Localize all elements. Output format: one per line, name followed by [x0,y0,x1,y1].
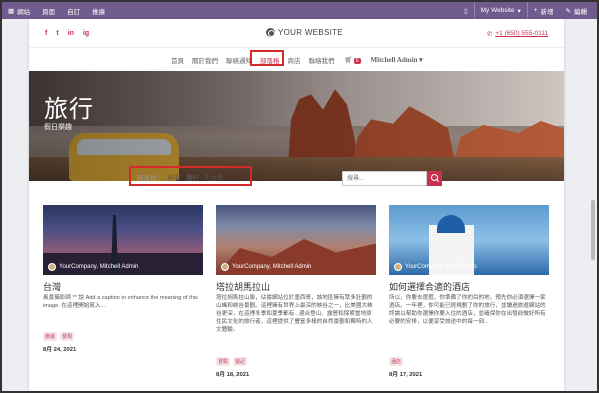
highlight-filter [129,166,252,186]
mobile-preview-button[interactable]: ▯ [458,2,474,19]
new-button[interactable]: + 新增 [528,2,560,19]
user-menu[interactable]: Mitchell Admin ▾ [365,56,423,64]
website-page: f t in ig YOUR WEBSITE ✆ +1 (650) 555-01… [29,19,564,391]
tag[interactable]: 發現 [60,332,75,341]
grid-icon: ▦ [8,7,15,15]
phone-link[interactable]: ✆ +1 (650) 555-0111 [487,30,548,38]
edit-button[interactable]: ✎ 編輯 [560,2,593,19]
tag[interactable]: 遊記 [233,357,248,366]
caret-down-icon: ▾ [517,7,521,15]
pencil-icon: ✎ [565,7,571,15]
card-title[interactable]: 如何選擇合適的酒店 [389,280,470,293]
globe-icon [266,28,275,37]
left-gutter [2,19,29,391]
hero-overlay [29,71,564,181]
card-tags: 酒店 [389,357,404,366]
blog-subtitle: 假日樂趣 [44,124,72,131]
nav-item-home[interactable]: 首頁 [167,55,188,65]
plus-icon: + [533,7,538,14]
apps-menu[interactable]: ▦ 網站 [2,2,36,19]
cart-count-badge: 0 [353,58,361,64]
highlight-blog-nav [250,50,284,66]
instagram-icon[interactable]: ig [83,30,89,37]
card-image[interactable]: YourCompany, Mitchell Admin [216,205,376,275]
scrollbar[interactable] [591,200,595,260]
admin-bar: ▦ 網站 頁面 自訂 推廣 ▯ My Website ▾ + 新增 ✎ 編輯 [2,2,597,19]
card-tags: 旅遊 發現 [43,332,75,341]
card-image-tower [111,215,118,270]
cart-button[interactable]: 🛒︎ 0 [339,56,365,64]
card-image-dome [437,215,465,233]
card-date: 8月 18, 2021 [216,372,250,378]
header-divider [29,47,564,48]
search-button[interactable] [427,171,442,186]
blog-card[interactable]: YourCompany, Mitchell Admin 塔拉胡馬拉山 塔拉胡馬拉… [216,205,376,391]
main-nav: 首頁 關於我們 聯絡通知 部落格 商店 聯絡我們 🛒︎ 0 Mitchell Ad… [167,55,423,65]
blog-card[interactable]: YourCompany, Marc Demo 如何選擇合適的酒店 所以，你要去度… [389,205,549,391]
card-tags: 冒險 遊記 [216,357,248,366]
tag[interactable]: 冒險 [216,357,231,366]
nav-item-shop[interactable]: 商店 [284,55,305,65]
card-image[interactable]: YourCompany, Mitchell Admin [43,205,203,275]
phone-icon: ✆ [486,31,493,38]
twitter-icon[interactable]: t [56,30,58,37]
tag[interactable]: 酒店 [389,357,404,366]
card-date: 8月 17, 2021 [389,372,423,378]
card-title[interactable]: 台灣 [43,280,61,293]
card-author: YourCompany, Mitchell Admin [221,263,311,271]
hero-banner: 旅行 假日樂趣 [29,71,564,181]
card-title[interactable]: 塔拉胡馬拉山 [216,280,270,293]
social-links: f t in ig [45,30,89,37]
website-switcher[interactable]: My Website ▾ [475,2,527,19]
site-logo[interactable]: YOUR WEBSITE [266,28,343,37]
caret-down-icon: ▾ [419,56,423,64]
card-teaser: 風景攝影師 ** 說 Add a caption to enhance the … [43,295,198,309]
avatar [394,263,402,271]
facebook-icon[interactable]: f [45,30,47,37]
avatar [48,263,56,271]
menu-promote[interactable]: 推廣 [86,2,111,19]
card-teaser: 所以，你要去度假，你準備了你的目的地，預先你必須選擇一家酒店。一年裡，你可能已經… [389,295,546,325]
nav-item-contact[interactable]: 聯絡我們 [305,55,339,65]
mobile-icon: ▯ [464,7,468,15]
linkedin-icon[interactable]: in [68,30,74,37]
cart-icon: 🛒︎ [344,57,353,64]
blog-title: 旅行 [44,95,94,123]
tag[interactable]: 旅遊 [43,332,58,341]
menu-customize[interactable]: 自訂 [61,2,86,19]
blog-card[interactable]: YourCompany, Mitchell Admin 台灣 風景攝影師 ** … [43,205,203,391]
search-input[interactable] [342,171,427,186]
card-date: 8月 24, 2021 [43,347,77,353]
menu-pages[interactable]: 頁面 [36,2,61,19]
card-author: YourCompany, Marc Demo [394,263,477,271]
card-author: YourCompany, Mitchell Admin [48,263,138,271]
avatar [221,263,229,271]
card-image[interactable]: YourCompany, Marc Demo [389,205,549,275]
nav-item-about[interactable]: 關於我們 [188,55,222,65]
card-teaser: 塔拉胡馬拉山脈，佔據網站位於墨西哥，該地區擁有眾多壯觀的山峰和峽谷景觀。這裡擁有… [216,295,373,333]
